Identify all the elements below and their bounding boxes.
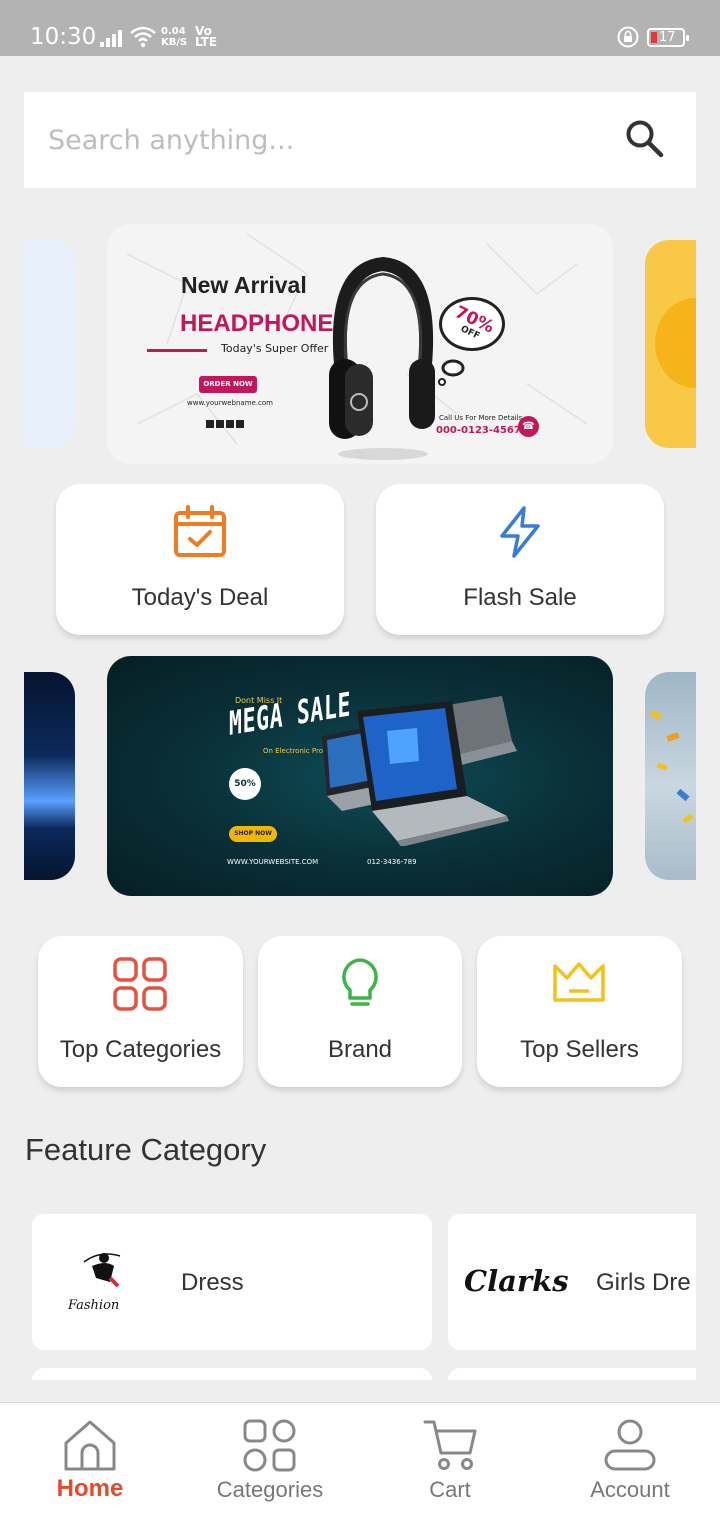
shop-now-button[interactable]: SHOP NOW — [229, 826, 277, 842]
rotation-lock-icon — [617, 26, 639, 48]
search-icon[interactable] — [622, 116, 666, 160]
category-name: Dress — [181, 1269, 244, 1296]
carousel2-next-slide[interactable] — [645, 672, 696, 880]
nav-account-label: Account — [590, 1477, 670, 1502]
brand-label: Brand — [327, 1036, 393, 1063]
feature-category-dress[interactable]: Fashion Dress — [32, 1214, 432, 1350]
promo-banner-mega-sale[interactable]: Dont Miss It MEGA SALE On Electronic Pro… — [107, 656, 613, 896]
nav-home-label: Home — [56, 1475, 124, 1502]
promo-banner-headphone[interactable]: New Arrival HEADPHONE Today's Super Offe… — [107, 224, 613, 464]
carousel-next-slide[interactable] — [645, 240, 696, 448]
top-categories-card[interactable]: Top Categories — [38, 936, 243, 1087]
todays-deal-label: Today's Deal — [131, 584, 269, 611]
search-bar — [24, 92, 696, 188]
categories-icon — [243, 1419, 296, 1472]
home-icon — [64, 1420, 116, 1471]
feature-category-girls-dress[interactable]: Clarks Girls Dre — [448, 1214, 696, 1350]
network-type: Vo LTE — [195, 24, 218, 49]
banner-offer: Today's Super Offer — [221, 342, 329, 355]
social-icons — [206, 413, 246, 432]
signal-icon — [100, 30, 124, 47]
banner2-phone: 012-3436-789 — [367, 858, 417, 866]
calendar-check-icon — [174, 505, 226, 557]
banner-product: HEADPHONE — [180, 310, 334, 337]
brand-card[interactable]: Brand — [258, 936, 462, 1087]
lightning-icon — [500, 506, 540, 558]
banner-website: www.yourwebname.com — [187, 399, 273, 407]
top-sellers-card[interactable]: Top Sellers — [477, 936, 682, 1087]
lightbulb-icon — [342, 958, 378, 1006]
net-speed: 0.04 KB/S — [161, 26, 188, 48]
crown-icon — [553, 962, 605, 1002]
status-bar: 10:30 0.04 KB/S Vo LTE 17 — [0, 0, 720, 56]
nav-cart[interactable]: Cart — [360, 1403, 540, 1520]
todays-deal-card[interactable]: Today's Deal — [56, 484, 344, 635]
nav-home[interactable]: Home — [0, 1403, 180, 1520]
cart-icon — [423, 1420, 477, 1470]
grid-icon — [113, 957, 167, 1011]
carousel2-prev-slide[interactable] — [24, 672, 75, 880]
banner2-discount: 50% — [229, 768, 261, 800]
category-name: Girls Dre — [596, 1269, 691, 1296]
nav-categories[interactable]: Categories — [180, 1403, 360, 1520]
order-now-button[interactable]: ORDER NOW — [199, 376, 257, 393]
top-sellers-label: Top Sellers — [520, 1036, 639, 1063]
fashion-logo-text: Fashion — [68, 1298, 120, 1313]
thought-bubbles — [438, 359, 465, 386]
search-input[interactable] — [48, 114, 608, 166]
carousel-prev-slide[interactable] — [24, 240, 75, 448]
feature-category-row2-right[interactable] — [448, 1368, 696, 1380]
account-icon — [604, 1419, 656, 1471]
feature-category-title: Feature Category — [25, 1132, 267, 1167]
clarks-logo: Clarks — [464, 1264, 569, 1298]
fashion-logo — [83, 1253, 121, 1288]
flash-sale-label: Flash Sale — [463, 584, 577, 611]
status-time: 10:30 — [30, 24, 97, 50]
banner-divider — [147, 349, 207, 352]
phone-icon: ☎ — [518, 416, 539, 437]
nav-categories-label: Categories — [216, 1477, 324, 1502]
headphone-image — [329, 256, 435, 460]
discount-badge: 70% OFF — [439, 297, 505, 351]
laptop-image — [322, 696, 517, 846]
top-categories-label: Top Categories — [59, 1036, 222, 1063]
nav-cart-label: Cart — [429, 1477, 471, 1502]
battery-level: 17 — [659, 30, 676, 45]
banner2-website: WWW.YOURWEBSITE.COM — [227, 858, 319, 866]
bottom-nav: Home Categories Cart Account — [0, 1402, 720, 1520]
banner-call-label: Call Us For More Details — [439, 414, 523, 422]
banner-title: New Arrival — [181, 272, 307, 298]
battery-icon: 17 — [647, 28, 689, 47]
nav-account[interactable]: Account — [540, 1403, 720, 1520]
feature-category-row2-left[interactable] — [32, 1368, 432, 1380]
banner-phone: 000-0123-4567 — [436, 425, 521, 436]
wifi-icon — [130, 26, 156, 48]
flash-sale-card[interactable]: Flash Sale — [376, 484, 664, 635]
